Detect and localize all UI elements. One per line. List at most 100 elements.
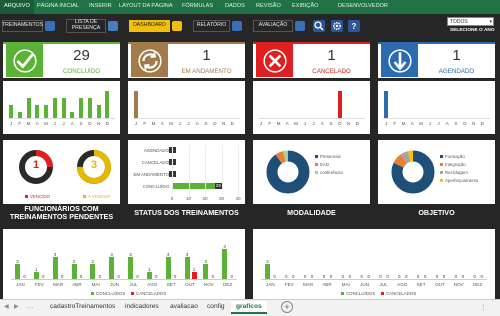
avaliacao-button[interactable]: AVALIAÇÃO: [253, 20, 293, 32]
mini-month-label: J: [53, 121, 56, 126]
monthly-bar-value: 0: [461, 274, 464, 279]
cycle-icon: [131, 44, 168, 77]
monthly-month-label: NOV: [203, 282, 214, 287]
tab-exibicao[interactable]: EXIBIÇÃO: [292, 3, 318, 9]
mini-month-label: J: [178, 121, 181, 126]
sheet-tab-config[interactable]: config: [207, 303, 225, 310]
evaluation-icon[interactable]: [295, 21, 305, 31]
tab-revisao[interactable]: REVISÃO: [256, 3, 281, 9]
tab-layout[interactable]: LAYOUT DA PÁGINA: [119, 3, 173, 9]
sheet-tab-avaliacao[interactable]: avaliacao: [170, 303, 198, 310]
kpi-value: 29: [73, 47, 90, 64]
dashboard-button[interactable]: DASHBOARD: [129, 20, 170, 32]
tab-arquivo[interactable]: ARQUIVO: [0, 0, 34, 14]
status-gridline: [188, 145, 190, 195]
kpi-label: CONCLUÍDO: [62, 68, 101, 75]
treinamentos-button[interactable]: TREINAMENTOS: [2, 20, 43, 32]
tab-dados[interactable]: DADOS: [225, 3, 245, 9]
monthly-bar-value: 0: [292, 274, 295, 279]
sheet-tab-bar: ◀ ▶ … cadastroTreinamentos indicadores a…: [0, 299, 500, 316]
monthly-bar-value: 2: [72, 259, 76, 264]
help-icon[interactable]: ?: [348, 20, 360, 32]
prev-sheet-icon[interactable]: ◀: [4, 303, 9, 310]
next-sheet-icon[interactable]: ▶: [14, 303, 19, 310]
tab-desenvolvedor[interactable]: DESENVOLVEDOR: [338, 3, 388, 9]
mini-month-label: A: [410, 121, 414, 126]
monthly-bar-value: 1: [35, 266, 38, 272]
status-title: STATUS DOS TREINAMENTOS: [134, 208, 239, 217]
mini-month-label: A: [195, 121, 199, 126]
objetivo-legend-item: Reciclagem: [440, 170, 468, 175]
monthly-bar-value: 0: [42, 274, 45, 279]
mini-month-label: M: [151, 121, 156, 126]
monthly-bar-value: 2: [266, 259, 269, 264]
monthly-bar: [191, 271, 197, 279]
monthly-bar: [146, 271, 152, 279]
report-icon[interactable]: [232, 21, 242, 31]
monthly-bar-value: 0: [360, 274, 363, 279]
legend-label: CONCLUÍDOS: [346, 291, 376, 296]
year-select[interactable]: TODOS ▾: [447, 17, 494, 26]
mini-month-label: J: [428, 121, 431, 126]
mini-bar: [9, 105, 13, 119]
monthly-axis: [261, 279, 487, 280]
legend-label: CONCLUÍDOS: [96, 291, 126, 296]
monthly-bar-value: 0: [435, 274, 439, 279]
tab-pagina-inicial[interactable]: PÁGINA INICIAL: [37, 3, 79, 9]
objetivo-title: OBJETIVO: [418, 208, 455, 217]
monthly-bar-value: 0: [423, 274, 427, 279]
objetivo-legend-item: Aperfeiçoamento: [440, 178, 478, 183]
mini-axis: [133, 118, 240, 119]
modalidade-legend-item: EAD: [315, 162, 329, 167]
mini-month-label: S: [204, 121, 208, 126]
kpi-label: EM ANDAMENTO: [181, 68, 232, 75]
mini-month-label: M: [294, 121, 298, 126]
avaliacao-label: AVALIAÇÃO: [258, 22, 288, 29]
vencido-legend: VENCIDO: [25, 194, 50, 199]
mini-month-label: J: [259, 121, 263, 126]
mini-month-label: M: [26, 121, 31, 126]
add-sheet-icon[interactable]: +: [281, 301, 293, 313]
monthly-bar-value: 0: [79, 274, 83, 279]
tab-formulas[interactable]: FÓRMULAS: [182, 3, 213, 9]
mini-month-label: M: [401, 121, 406, 126]
relatorio-button[interactable]: RELATÓRIO: [193, 20, 230, 32]
sheet-tab-graficos[interactable]: graficos: [231, 301, 267, 314]
more-sheets-icon[interactable]: …: [27, 303, 34, 310]
mini-axis: [383, 118, 490, 119]
more-options-icon[interactable]: ⋮: [480, 303, 487, 311]
monthly-bar-value: 4: [223, 244, 226, 249]
monthly-chart-right: 2 0 JAN 0 0 FEV 0 0 MAR 0 0 ABR 0 0 MAI 0 0 JUN 0 0 JUL 0 0 AGO…: [253, 229, 495, 299]
lista-presenca-button[interactable]: LISTA DE PRESENÇA: [66, 19, 106, 33]
dashboard-label: DASHBOARD: [133, 22, 166, 29]
monthly-bar: [109, 256, 115, 279]
people-icon[interactable]: [108, 21, 118, 31]
search-icon[interactable]: [313, 20, 325, 32]
monthly-month-label: MAI: [91, 282, 100, 287]
monthly-bar: [90, 264, 96, 279]
gear-icon[interactable]: [331, 20, 343, 32]
monthly-month-label: ABR: [72, 282, 82, 287]
vencido-value: 1: [32, 159, 40, 171]
mini-bar: [96, 105, 101, 119]
monthly-bar-value: 0: [341, 274, 344, 279]
status-tick-label: 30: [218, 196, 225, 201]
sheet-tab-indicadores[interactable]: indicadores: [125, 303, 159, 310]
monthly-month-label: MAR: [52, 282, 64, 287]
monthly-bar-value: 0: [60, 274, 64, 279]
mini-month-label: S: [329, 121, 333, 126]
book-icon[interactable]: [45, 21, 55, 31]
legend-swatch: [91, 292, 94, 296]
monthly-bar-value: 0: [273, 274, 276, 279]
mini-bar: [337, 91, 342, 119]
monthly-bar: [222, 249, 228, 279]
mini-month-label: J: [187, 121, 190, 126]
mini-bar: [44, 105, 48, 119]
mini-month-label: F: [393, 121, 397, 126]
ribbon: ARQUIVO PÁGINA INICIAL INSERIR LAYOUT DA…: [0, 0, 500, 14]
mini-bar: [134, 91, 138, 119]
tab-inserir[interactable]: INSERIR: [89, 3, 112, 9]
chart-icon[interactable]: [172, 21, 182, 31]
mini-month-label: F: [18, 121, 22, 126]
sheet-tab-cadastro[interactable]: cadastroTreinamentos: [50, 303, 115, 310]
